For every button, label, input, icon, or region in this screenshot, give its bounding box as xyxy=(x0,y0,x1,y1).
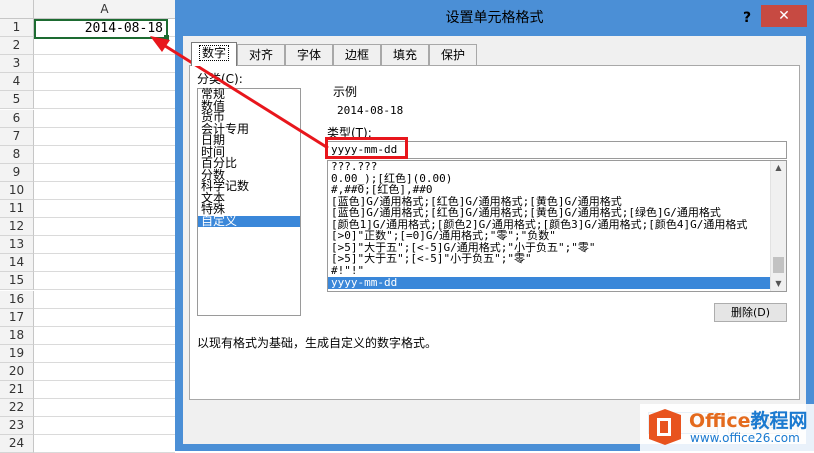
row-header[interactable]: 3 xyxy=(0,55,34,74)
row-header[interactable]: 11 xyxy=(0,200,34,218)
format-item[interactable]: [颜色1]G/通用格式;[颜色2]G/通用格式;[颜色3]G/通用格式;[颜色4… xyxy=(331,219,771,231)
row-header[interactable]: 24 xyxy=(0,435,34,453)
row-header[interactable]: 18 xyxy=(0,326,34,345)
grid-line xyxy=(34,379,175,381)
grid-line xyxy=(34,361,175,363)
hint-text: 以现有格式为基础，生成自定义的数字格式。 xyxy=(197,336,438,350)
grid-line xyxy=(34,307,175,309)
row-header[interactable]: 12 xyxy=(0,218,34,237)
row-header[interactable]: 8 xyxy=(0,145,34,164)
column-header-a[interactable]: A xyxy=(34,0,175,19)
grid-line xyxy=(34,434,175,436)
row-header[interactable]: 19 xyxy=(0,344,34,363)
format-item[interactable]: [>5]"大于五";[<-5]"小于负五";"零" xyxy=(331,253,771,265)
grid-line xyxy=(34,235,175,237)
row-header[interactable]: 21 xyxy=(0,381,34,399)
row-header[interactable]: 23 xyxy=(0,417,34,436)
row-header[interactable]: 1 xyxy=(0,19,34,37)
row-header[interactable]: 7 xyxy=(0,127,34,146)
scroll-thumb[interactable] xyxy=(773,257,784,273)
row-header[interactable]: 10 xyxy=(0,181,34,200)
grid-line xyxy=(34,325,175,327)
watermark-title: Office教程网 xyxy=(689,406,808,433)
grid-line xyxy=(34,271,175,273)
format-item[interactable]: #,##0;[红色],##0 xyxy=(331,184,771,196)
tab-number[interactable]: 数字 xyxy=(191,42,237,66)
grid-line xyxy=(34,398,175,399)
format-item[interactable]: [蓝色]G/通用格式;[红色]G/通用格式;[黄色]G/通用格式;[绿色]G/通… xyxy=(331,207,771,219)
row-header[interactable]: 20 xyxy=(0,362,34,381)
format-item[interactable]: [>0]"正数";[=0]G/通用格式;"零";"负数" xyxy=(331,230,771,242)
format-item[interactable]: [蓝色]G/通用格式;[红色]G/通用格式;[黄色]G/通用格式 xyxy=(331,196,771,208)
grid-line xyxy=(34,108,175,110)
watermark-url: www.office26.com xyxy=(690,431,800,445)
watermark-title-part2: 教程网 xyxy=(750,410,808,432)
grid-line xyxy=(34,90,175,92)
grid-line xyxy=(34,162,175,164)
row-header[interactable]: 14 xyxy=(0,254,34,273)
grid-line xyxy=(34,289,175,291)
type-input-highlight-box xyxy=(325,137,408,159)
help-button[interactable]: ? xyxy=(737,8,757,28)
office-logo-icon xyxy=(649,409,681,445)
row-header[interactable]: 5 xyxy=(0,91,34,110)
tab-number-label: 数字 xyxy=(198,45,229,61)
watermark-title-part1: Office xyxy=(689,410,751,432)
cell-a1[interactable]: 2014-08-18 xyxy=(34,19,168,39)
category-item-custom[interactable]: 自定义 xyxy=(198,215,300,227)
format-code-list[interactable]: ???.??? 0.00_);[红色](0.00) #,##0;[红色],##0… xyxy=(327,160,787,292)
row-header[interactable]: 13 xyxy=(0,236,34,255)
format-item[interactable]: ???.??? xyxy=(331,161,771,173)
row-header[interactable]: 15 xyxy=(0,272,34,291)
grid-line xyxy=(34,144,175,146)
row-header[interactable]: 2 xyxy=(0,37,34,56)
grid-line xyxy=(34,217,175,218)
grid-line xyxy=(34,126,175,128)
delete-button[interactable]: 删除(D) xyxy=(714,303,787,322)
watermark: Office教程网 www.office26.com xyxy=(640,404,814,451)
select-all-corner[interactable] xyxy=(0,0,34,19)
row-header[interactable]: 17 xyxy=(0,308,34,327)
row-header[interactable]: 4 xyxy=(0,73,34,92)
panel-content: 分类(C): 常规 数值 货币 会计专用 日期 时间 百分比 分数 科学记数 文… xyxy=(183,36,806,444)
format-list-scrollbar[interactable]: ▲ ▼ xyxy=(770,161,786,291)
dialog-title: 设置单元格格式 xyxy=(445,10,544,26)
grid-line xyxy=(34,198,175,200)
row-header[interactable]: 6 xyxy=(0,109,34,128)
row-header[interactable]: 9 xyxy=(0,163,34,182)
grid-line xyxy=(34,72,175,74)
category-label: 分类(C): xyxy=(197,72,243,86)
grid-line xyxy=(34,54,175,56)
row-header[interactable]: 16 xyxy=(0,290,34,309)
spreadsheet: A 1 2 3 4 5 6 7 8 9 10 11 12 13 14 15 16 17 18 19 20 21 22 23 2… xyxy=(0,0,175,453)
format-item[interactable]: [>5]"大于五";[<-5]G/通用格式;"小于负五";"零" xyxy=(331,242,771,254)
sample-value: 2014-08-18 xyxy=(337,104,404,117)
close-button[interactable]: ✕ xyxy=(761,5,807,27)
format-item-selected[interactable]: yyyy-mm-dd xyxy=(328,277,771,289)
grid-line xyxy=(34,253,175,255)
category-list[interactable]: 常规 数值 货币 会计专用 日期 时间 百分比 分数 科学记数 文本 特殊 自定… xyxy=(197,88,301,316)
grid-line xyxy=(34,180,175,182)
scroll-up-icon[interactable]: ▲ xyxy=(771,161,786,175)
format-item[interactable]: #!"!" xyxy=(331,265,771,277)
row-header[interactable]: 22 xyxy=(0,399,34,418)
grid-line xyxy=(34,416,175,418)
scroll-down-icon[interactable]: ▼ xyxy=(771,277,786,291)
format-item[interactable]: 0.00_);[红色](0.00) xyxy=(331,173,771,185)
grid-line xyxy=(34,343,175,345)
fill-handle[interactable] xyxy=(164,35,169,40)
